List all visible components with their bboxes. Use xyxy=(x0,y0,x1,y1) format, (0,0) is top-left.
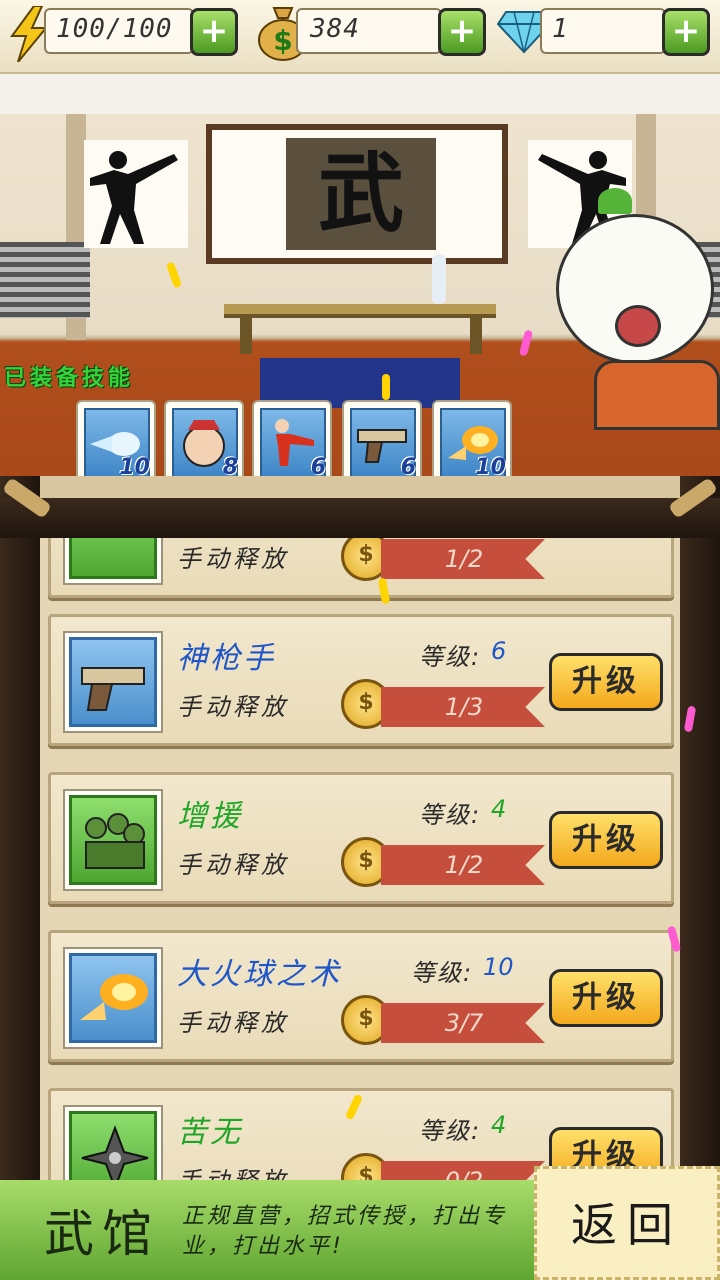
table-leg xyxy=(470,318,482,354)
skill-progress: 1/2 xyxy=(444,545,484,573)
fireball-icon xyxy=(69,953,157,1043)
skill-release-type: 手动释放 xyxy=(177,693,289,721)
equipped-skill-slot[interactable]: 10 xyxy=(76,400,156,484)
spacer xyxy=(0,74,720,114)
skill-progress: 0/2 xyxy=(419,1167,509,1180)
skill-progress: 1/2 xyxy=(444,851,484,879)
kunai-icon xyxy=(69,1111,157,1180)
skill-level: 4 xyxy=(491,795,507,823)
kick-poster-left xyxy=(84,140,188,248)
skill-level-label: 等级: xyxy=(419,1117,482,1145)
energy-value: 100/100 xyxy=(56,14,173,44)
equipped-skill-slot[interactable]: 10 xyxy=(432,400,512,484)
add-energy-button[interactable]: + xyxy=(190,8,238,56)
upgrade-button[interactable]: 升级 xyxy=(549,969,663,1027)
skill-icon xyxy=(63,1105,163,1180)
dojo-title: 武馆 xyxy=(44,1205,160,1263)
skill-progress: 1/3 xyxy=(444,693,484,721)
wall-vent xyxy=(0,242,90,318)
skill-row: 大火球之术 手动释放 等级: 10 $ 3/7 升级 xyxy=(48,930,674,1062)
add-gems-button[interactable]: + xyxy=(662,8,710,56)
skill-name: 增援 xyxy=(177,799,243,834)
dojo-scene: 武 已装备技能 10 8 6 6 10 xyxy=(0,114,720,514)
svg-text:$: $ xyxy=(273,24,292,57)
skill-icon xyxy=(63,947,163,1049)
skill-release-type: 手动释放 xyxy=(177,545,289,573)
back-button[interactable]: 返回 xyxy=(534,1166,720,1280)
money-value: 384 xyxy=(310,14,360,44)
upgrade-button[interactable]: 升级 xyxy=(549,811,663,869)
mascot-body xyxy=(594,360,720,430)
flower-vase xyxy=(432,254,446,304)
skill-progress: 3/7 xyxy=(444,1009,484,1037)
skill-name: 大火球之术 xyxy=(177,957,342,992)
calligraphy-scroll: 武 xyxy=(206,124,508,264)
frame-beam xyxy=(0,498,720,538)
frame-post-left xyxy=(0,476,40,1180)
equipped-skill-slot[interactable]: 6 xyxy=(252,400,332,484)
skill-name: 神枪手 xyxy=(177,641,276,676)
skill-level: 4 xyxy=(491,1111,507,1139)
skill-release-type: 手动释放 xyxy=(177,1161,289,1180)
skill-level: 10 xyxy=(483,953,514,981)
altar-table xyxy=(224,304,496,318)
skill-row-partial: 手动释放 $ 1/2 xyxy=(48,538,674,598)
gems-value: 1 xyxy=(552,14,569,44)
skill-row: 神枪手 手动释放 等级: 6 $ 1/3 升级 xyxy=(48,614,674,746)
upgrade-button[interactable]: 升级 xyxy=(549,653,663,711)
skill-row: 增援 手动释放 等级: 4 $ 1/2 升级 xyxy=(48,772,674,904)
confetti xyxy=(382,374,390,400)
calligraphy-character: 武 xyxy=(286,138,436,250)
pistol-icon xyxy=(69,637,157,727)
dojo-description: 正规直营，招式传授，打出专业，打出水平! xyxy=(182,1204,508,1259)
frame-post-right xyxy=(680,476,720,1180)
skill-level-label: 等级: xyxy=(419,643,482,671)
equipped-skill-slot[interactable]: 8 xyxy=(164,400,244,484)
skill-release-type: 手动释放 xyxy=(177,851,289,879)
resource-bar: 100/100 + $ 384 + 1 + xyxy=(0,0,720,74)
mascot-mouth xyxy=(615,305,661,347)
skill-icon xyxy=(63,789,163,891)
skill-list[interactable]: 手动释放 $ 1/2 神枪手 手动释放 等级: 6 $ 1/3 升级 增援 手动… xyxy=(40,538,680,1180)
table-leg xyxy=(240,318,252,354)
equipped-skills-label: 已装备技能 xyxy=(4,366,135,391)
equipped-skill-slot[interactable]: 6 xyxy=(342,400,422,484)
skill-list-panel: 手动释放 $ 1/2 神枪手 手动释放 等级: 6 $ 1/3 升级 增援 手动… xyxy=(0,476,720,1180)
skill-name: 苦无 xyxy=(177,1115,243,1150)
kicker-silhouette-icon xyxy=(90,151,178,244)
skill-level-label: 等级: xyxy=(411,959,474,987)
soldiers-icon xyxy=(69,795,157,885)
skill-level: 6 xyxy=(491,637,507,665)
skill-level-label: 等级: xyxy=(419,801,482,829)
add-money-button[interactable]: + xyxy=(438,8,486,56)
mascot-face xyxy=(556,214,714,364)
mascot-sprout xyxy=(598,188,632,214)
skill-icon xyxy=(63,538,163,585)
skill-icon xyxy=(63,631,163,733)
skill-release-type: 手动释放 xyxy=(177,1009,289,1037)
